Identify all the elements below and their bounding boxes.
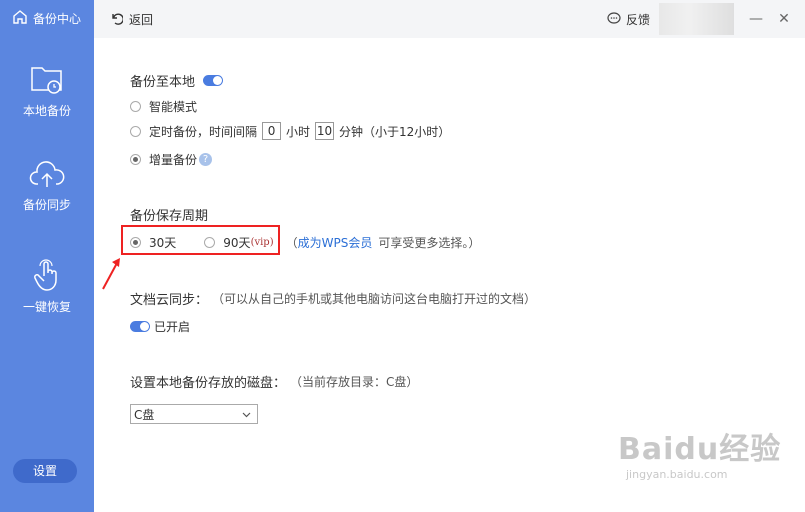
backup-local-header: 备份至本地 [130,71,224,90]
chat-bubble-icon [607,11,621,28]
cloud-sync-status-row: 已开启 [130,318,190,335]
brand-title: 备份中心 [33,12,82,26]
help-icon[interactable]: ? [199,153,213,166]
top-bar: 返回 反馈 — ✕ [94,0,805,38]
hours-unit: 小时 [286,124,311,139]
option-timed-backup[interactable]: 定时备份，时间间隔 0 小时 10 分钟（小于12小时） [130,122,450,140]
disk-select-value: C盘 [134,407,155,422]
incremental-backup-radio[interactable] [130,154,141,165]
sidebar: 备份中心 本地备份 备份同步 一键恢复 设置 [0,0,94,512]
minutes-unit: 分钟（小于12小时） [339,124,451,139]
sidebar-item-label: 一键恢复 [22,300,71,314]
close-icon: ✕ [778,11,790,27]
sidebar-item-label: 备份同步 [22,198,71,212]
option-incremental-backup[interactable]: 增量备份 ? [130,151,213,168]
home-icon [12,9,28,28]
sidebar-item-backup-sync[interactable]: 备份同步 [0,160,94,213]
timed-backup-label: 定时备份，时间间隔 [149,124,258,139]
disk-select[interactable]: C盘 [130,404,258,424]
smart-mode-radio[interactable] [130,101,141,112]
back-button[interactable]: 返回 [110,11,153,28]
backup-local-title: 备份至本地 [130,75,196,90]
backup-local-toggle[interactable] [203,75,224,86]
sidebar-item-one-click-restore[interactable]: 一键恢复 [0,258,94,315]
disk-title: 设置本地备份存放的磁盘： [130,376,287,391]
watermark-logo: Baidu经验 [618,432,782,467]
highlight-box [121,225,280,255]
retention-note-open: （ [285,236,298,250]
tap-hand-icon [0,258,94,292]
cloud-sync-title: 文档云同步： [130,293,209,308]
option-smart-mode[interactable]: 智能模式 [130,98,197,115]
feedback-button[interactable]: 反馈 [607,11,650,28]
hours-input[interactable]: 0 [262,122,282,140]
cloud-sync-status: 已开启 [154,320,191,334]
cloud-sync-header: 文档云同步： （可以从自己的手机或其他电脑访问这台电脑打开过的文档） [130,289,536,308]
brand: 备份中心 [12,9,81,28]
close-button[interactable]: ✕ [774,9,794,29]
sidebar-item-local-backup[interactable]: 本地备份 [0,64,94,119]
disk-current: （当前存放目录：C盘） [290,375,419,389]
cloud-upload-icon [0,160,94,190]
chevron-down-icon [242,407,251,421]
minimize-icon: — [749,11,763,27]
cloud-sync-toggle[interactable] [130,321,150,332]
sidebar-item-label: 本地备份 [22,104,71,118]
folder-clock-icon [0,64,94,96]
blurred-area [659,3,734,35]
minutes-input[interactable]: 10 [315,122,335,140]
watermark-url: jingyan.baidu.com [626,468,728,481]
back-arrow-icon [110,12,124,28]
back-label: 返回 [129,13,154,27]
incremental-backup-label: 增量备份 [149,153,198,167]
retention-note-rest: 可享受更多选择。） [378,236,481,250]
feedback-label: 反馈 [626,13,651,27]
wps-member-link[interactable]: 成为WPS会员 [298,234,373,251]
timed-backup-radio[interactable] [130,125,141,137]
disk-header: 设置本地备份存放的磁盘： （当前存放目录：C盘） [130,372,418,391]
minimize-button[interactable]: — [746,9,766,29]
annotation-arrow-icon [100,255,124,294]
settings-button[interactable]: 设置 [13,459,77,483]
retention-title: 备份保存周期 [130,209,209,224]
watermark: Baidu经验 jingyan.baidu.com [618,424,781,481]
smart-mode-label: 智能模式 [149,100,198,114]
cloud-sync-description: （可以从自己的手机或其他电脑访问这台电脑打开过的文档） [212,292,537,306]
